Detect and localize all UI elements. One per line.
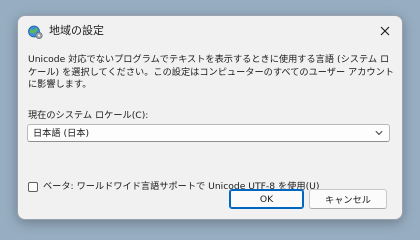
region-settings-dialog: 地域の設定 Unicode 対応でないプログラムでテキストを表示するときに使用す…: [17, 15, 403, 220]
close-icon: [380, 26, 390, 36]
system-locale-dropdown[interactable]: 日本語 (日本): [27, 124, 390, 142]
dialog-title: 地域の設定: [49, 24, 104, 37]
system-locale-value: 日本語 (日本): [33, 128, 90, 139]
globe-settings-icon: [27, 24, 43, 40]
locale-description: Unicode 対応でないプログラムでテキストを表示するときに使用する言語 (シ…: [28, 54, 394, 90]
cancel-button[interactable]: キャンセル: [309, 189, 387, 209]
system-locale-label: 現在のシステム ロケール(C):: [28, 110, 149, 121]
close-button[interactable]: [372, 20, 398, 42]
ok-button[interactable]: OK: [229, 189, 304, 209]
title-bar[interactable]: 地域の設定: [18, 16, 402, 47]
chevron-down-icon: [375, 130, 383, 136]
utf8-checkbox[interactable]: [28, 182, 38, 192]
